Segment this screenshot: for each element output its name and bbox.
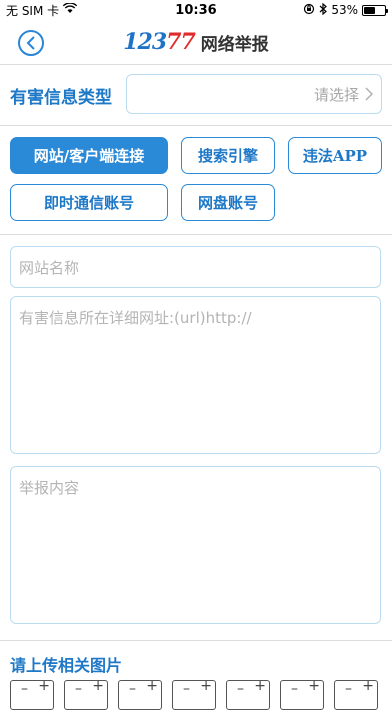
category-label: 搜索引擎 bbox=[197, 147, 258, 165]
remove-icon: – bbox=[183, 681, 190, 697]
category-button-im-account[interactable]: 即时通信账号 bbox=[10, 184, 168, 221]
battery-icon bbox=[362, 4, 388, 16]
info-type-label: 有害信息类型 bbox=[10, 88, 112, 108]
chevron-left-icon bbox=[26, 36, 35, 50]
image-upload-slot[interactable]: – + bbox=[118, 678, 162, 710]
info-type-select[interactable]: 请选择 bbox=[126, 74, 382, 114]
category-label: 网盘账号 bbox=[197, 194, 258, 212]
add-icon: + bbox=[308, 678, 320, 694]
back-button[interactable] bbox=[18, 30, 44, 56]
add-icon: + bbox=[362, 678, 374, 694]
category-divider bbox=[0, 234, 392, 235]
category-button-website[interactable]: 网站/客户端连接 bbox=[10, 137, 168, 174]
category-label: 即时通信账号 bbox=[43, 194, 134, 212]
category-label: 网站/客户端连接 bbox=[33, 147, 145, 165]
bluetooth-icon bbox=[319, 2, 328, 18]
remove-icon: – bbox=[345, 681, 352, 697]
add-icon: + bbox=[38, 678, 50, 694]
report-content-placeholder: 举报内容 bbox=[19, 479, 80, 497]
add-icon: + bbox=[254, 678, 266, 694]
carrier-label: 无 SIM 卡 bbox=[6, 3, 60, 18]
status-left: 无 SIM 卡 bbox=[6, 2, 156, 19]
status-right: 53% bbox=[236, 2, 388, 18]
site-name-input[interactable]: 网站名称 bbox=[10, 246, 381, 288]
info-type-row: 有害信息类型 请选择 bbox=[0, 74, 392, 118]
app-logo: 12377 网络举报 bbox=[123, 29, 269, 55]
logo-number: 12377 bbox=[123, 29, 196, 55]
orientation-lock-icon bbox=[303, 3, 315, 18]
chevron-right-icon bbox=[365, 87, 373, 101]
image-upload-slot[interactable]: – + bbox=[334, 678, 378, 710]
image-upload-slot[interactable]: – + bbox=[64, 678, 108, 710]
url-textarea[interactable]: 有害信息所在详细网址:(url)http:// bbox=[10, 296, 381, 454]
site-name-placeholder: 网站名称 bbox=[19, 259, 80, 277]
upload-title: 请上传相关图片 bbox=[10, 656, 123, 675]
remove-icon: – bbox=[21, 681, 28, 697]
upload-divider bbox=[0, 640, 392, 641]
category-button-cloud-disk[interactable]: 网盘账号 bbox=[181, 184, 275, 221]
info-type-placeholder: 请选择 bbox=[313, 85, 359, 104]
report-content-textarea[interactable]: 举报内容 bbox=[10, 466, 381, 624]
image-upload-slot[interactable]: – + bbox=[280, 678, 324, 710]
category-button-illegal-app[interactable]: 违法APP bbox=[288, 137, 382, 174]
type-divider bbox=[0, 125, 392, 126]
image-upload-slot[interactable]: – + bbox=[226, 678, 270, 710]
add-icon: + bbox=[200, 678, 212, 694]
status-time: 10:36 bbox=[175, 2, 217, 18]
battery-fill bbox=[364, 6, 375, 14]
category-label: 违法APP bbox=[302, 147, 368, 165]
wifi-icon bbox=[62, 2, 78, 17]
remove-icon: – bbox=[129, 681, 136, 697]
url-placeholder: 有害信息所在详细网址:(url)http:// bbox=[19, 309, 252, 327]
category-button-search-engine[interactable]: 搜索引擎 bbox=[181, 137, 275, 174]
page-title: 网络举报 bbox=[200, 34, 269, 55]
header-divider bbox=[0, 64, 392, 65]
remove-icon: – bbox=[237, 681, 244, 697]
battery-percent: 53% bbox=[331, 3, 358, 17]
remove-icon: – bbox=[75, 681, 82, 697]
add-icon: + bbox=[92, 678, 104, 694]
add-icon: + bbox=[146, 678, 158, 694]
nav-header: 12377 网络举报 bbox=[0, 20, 392, 64]
image-upload-slot[interactable]: – + bbox=[172, 678, 216, 710]
status-bar: 无 SIM 卡 10:36 53% bbox=[0, 0, 392, 20]
remove-icon: – bbox=[291, 681, 298, 697]
image-upload-slot[interactable]: – + bbox=[10, 678, 54, 710]
